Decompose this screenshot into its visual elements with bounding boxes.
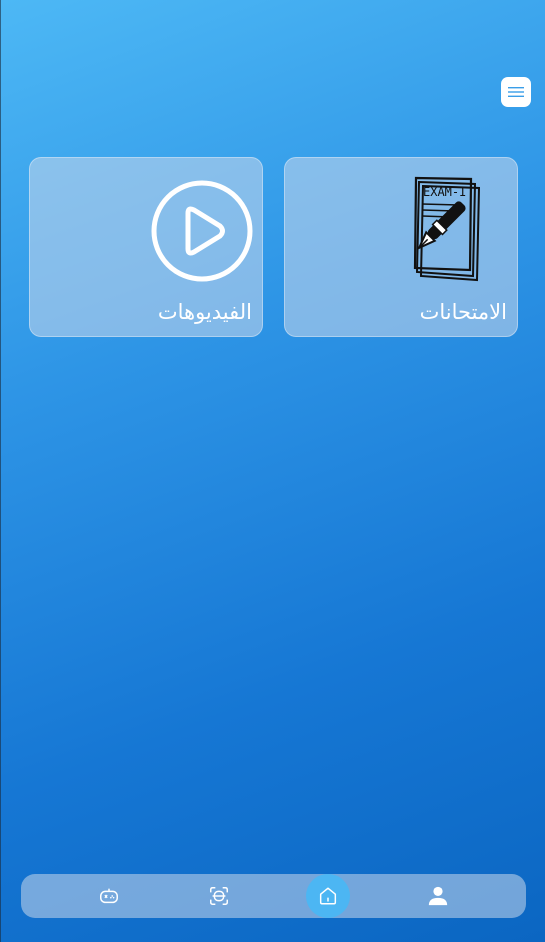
gamepad-icon (100, 888, 118, 904)
home-icon (319, 887, 337, 905)
scan-icon (210, 887, 228, 905)
nav-scan[interactable] (197, 874, 241, 918)
menu-button[interactable] (501, 77, 531, 107)
hamburger-icon (508, 87, 524, 97)
nav-profile[interactable] (416, 874, 460, 918)
user-icon (428, 886, 448, 906)
videos-card[interactable]: الفيديوهات (29, 157, 263, 337)
left-edge-line (0, 0, 1, 942)
nav-home-active-bubble (306, 874, 350, 918)
play-circle-icon (151, 180, 253, 282)
nav-home[interactable] (306, 874, 350, 918)
exam-paper-pen-icon: EXAM-I (413, 176, 481, 282)
exams-card[interactable]: EXAM-I الامتحانات (284, 157, 518, 337)
exam-icon-text: EXAM-I (423, 185, 466, 199)
nav-games[interactable] (87, 874, 131, 918)
videos-card-label: الفيديوهات (157, 300, 252, 324)
exams-card-label: الامتحانات (419, 300, 507, 324)
bottom-navigation (21, 874, 526, 918)
